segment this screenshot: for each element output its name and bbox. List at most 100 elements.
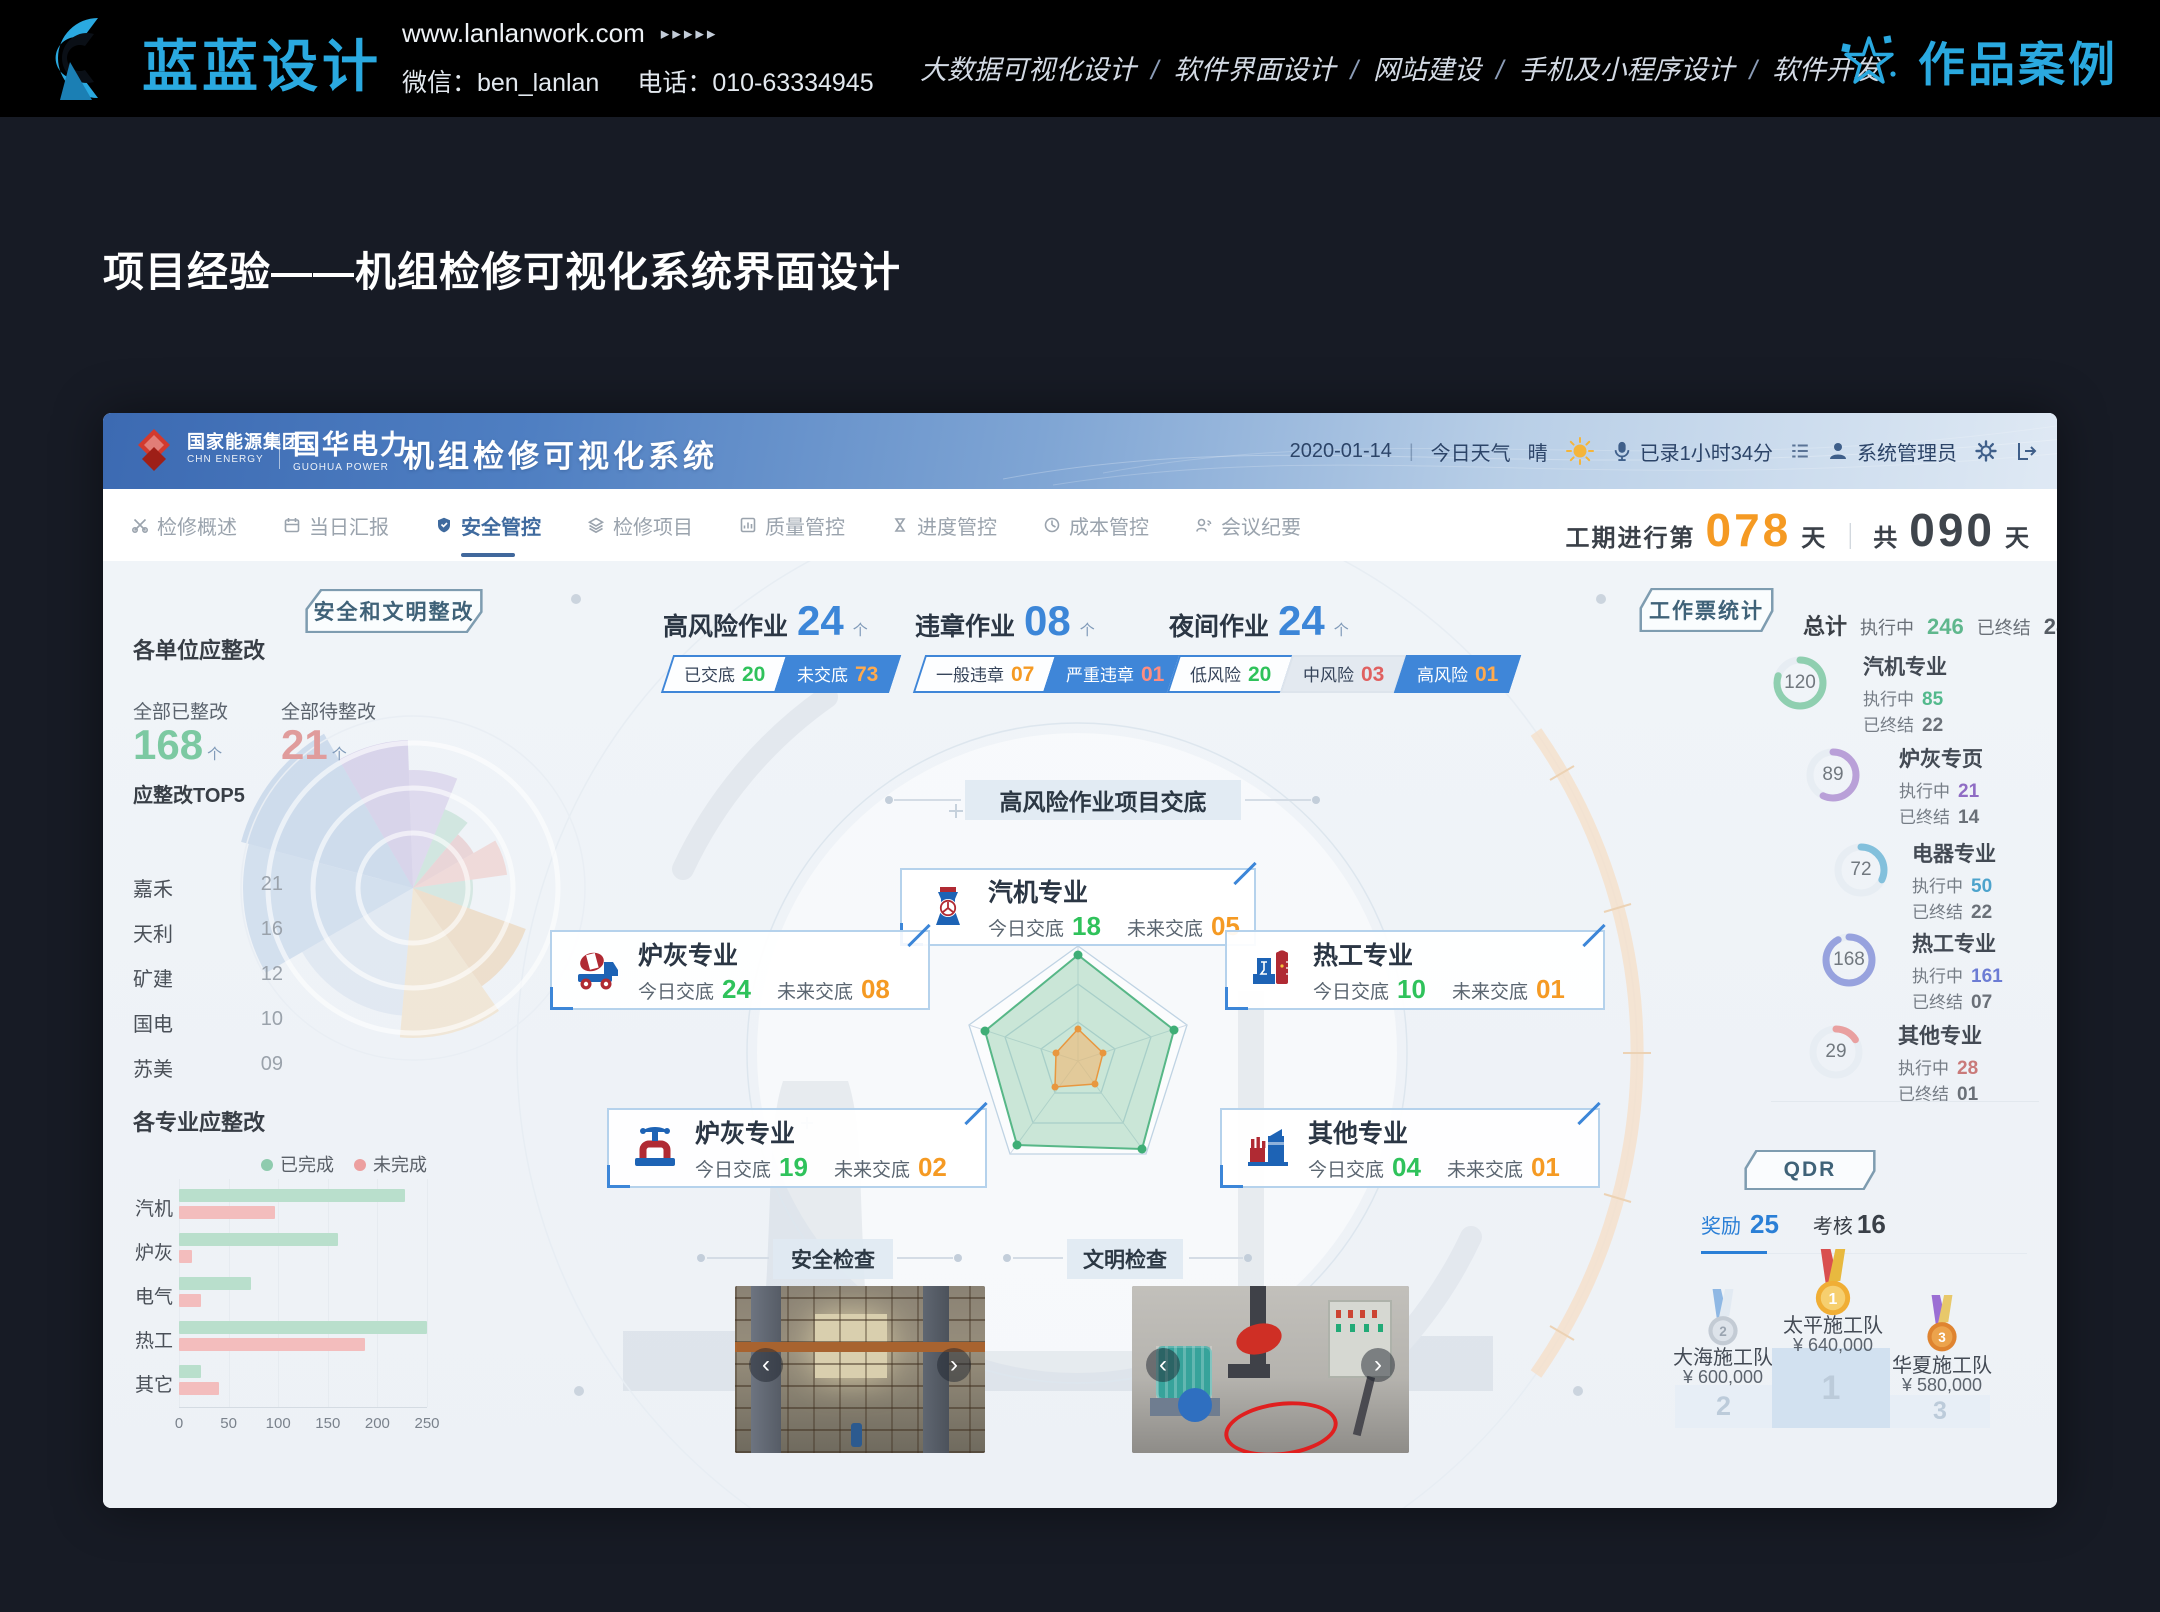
dashboard-header: 国家能源集团 CHN ENERGY 国华电力 GUOHUA POWER 机组检修… (103, 413, 2057, 489)
tab-成本管控[interactable]: 成本管控 (1043, 511, 1149, 540)
card-炉灰专业: 炉灰专业今日交底24未来交底08 (550, 930, 930, 1010)
hourglass-icon (891, 516, 909, 534)
tab-label: 成本管控 (1069, 511, 1149, 540)
carousel-prev-button[interactable]: ‹ (1146, 1348, 1180, 1382)
sparkle-star-icon (1838, 30, 1900, 92)
bar-axis-tick: 100 (258, 1415, 298, 1432)
layers-icon (587, 516, 605, 534)
svg-text:1: 1 (1829, 1291, 1838, 1308)
org-chn-energy: 国家能源集团 CHN ENERGY (187, 428, 301, 465)
assess-value: 16 (1857, 1209, 1886, 1240)
legend-undone: 未完成 (354, 1151, 427, 1177)
bar-category-label: 热工 (127, 1326, 173, 1353)
tab-检修项目[interactable]: 检修项目 (587, 511, 693, 540)
today-value: 24 (722, 974, 751, 1005)
wrench-icon (131, 516, 149, 534)
right-divider (1771, 1101, 2039, 1102)
donut-running: 28 (1957, 1058, 1978, 1079)
list-icon[interactable] (1790, 441, 1810, 461)
qdr-tabs: 奖励 25 考核 16 (1701, 1209, 1886, 1240)
top5-name: 苏美 (133, 1053, 173, 1082)
portfolio-block[interactable]: 作品案例 (1838, 26, 2118, 95)
today-value: 04 (1392, 1152, 1421, 1183)
bar-done (179, 1365, 201, 1378)
carousel-next-button[interactable]: › (937, 1348, 971, 1382)
tab-进度管控[interactable]: 进度管控 (891, 511, 997, 540)
sun-icon (1565, 436, 1595, 466)
badge-value: 20 (742, 663, 765, 687)
bar-category-label: 汽机 (127, 1194, 173, 1221)
card-name: 其他专业 (1308, 1114, 1560, 1150)
lanlan-logo-icon (34, 12, 126, 104)
tab-assess[interactable]: 考核 (1813, 1210, 1853, 1239)
top5-name: 国电 (133, 1008, 173, 1037)
safety-check-title: 安全检查 (773, 1239, 893, 1279)
tab-会议纪要[interactable]: 会议纪要 (1195, 511, 1301, 540)
tab-label: 安全管控 (461, 511, 541, 540)
turbine-icon (926, 881, 970, 933)
podium-step-3: 3 (1890, 1395, 1990, 1428)
todo-value: 21 个 (281, 721, 347, 769)
top5-value: 16 (261, 918, 283, 947)
tab-label: 当日汇报 (309, 511, 389, 540)
chart-icon (739, 516, 757, 534)
badge-label: 一般违章 (936, 661, 1004, 686)
logout-icon[interactable] (2015, 439, 2039, 463)
portfolio-label[interactable]: 作品案例 (1918, 26, 2118, 95)
header-divider (279, 433, 280, 469)
dashboard-nav: 检修概述 当日汇报 安全管控 检修项目 质量管控 进度管控 成本管控 会议纪要 工期进行第 0… (103, 489, 2057, 562)
stat-block-违章作业: 违章作业08个一般违章07严重违章01 (915, 597, 1182, 693)
tab-质量管控[interactable]: 质量管控 (739, 511, 845, 540)
tab-当日汇报[interactable]: 当日汇报 (283, 511, 389, 540)
donut-finished: 22 (1971, 902, 1992, 923)
today-value: 18 (1072, 911, 1101, 942)
donut-name: 其他专业 (1898, 1020, 1982, 1050)
badge-label: 高风险 (1417, 661, 1468, 686)
tab-检修概述[interactable]: 检修概述 (131, 511, 237, 540)
badge-label: 未交底 (797, 661, 848, 686)
contact-block: www.lanlanwork.com ▸▸▸▸▸ 微信：ben_lanlan 电… (402, 18, 874, 99)
top5-value: 21 (261, 873, 283, 902)
carousel-prev-button[interactable]: ‹ (749, 1348, 783, 1382)
badge-value: 73 (855, 663, 878, 687)
carousel-next-button[interactable]: › (1361, 1348, 1395, 1382)
top5-row: 苏美09 (133, 1053, 283, 1082)
donut-name: 电器专业 (1912, 838, 1996, 868)
donut-text-电器专业: 电器专业执行中50已终结22 (1912, 838, 1996, 924)
stats-row: 高风险作业24个已交底20未交底73违章作业08个一般违章07严重违章01夜间作… (663, 597, 1563, 717)
gear-icon[interactable] (1974, 439, 1998, 463)
donut-finished: 22 (1922, 715, 1943, 736)
website-link[interactable]: www.lanlanwork.com (402, 18, 645, 49)
service-separator: / (1151, 55, 1159, 86)
project-progress: 工期进行第 078 天 ｜ 共 090 天 (1565, 489, 2031, 561)
nav-tabs: 检修概述 当日汇报 安全管控 检修项目 质量管控 进度管控 成本管控 会议纪要 (131, 489, 1301, 561)
top5-row: 嘉禾21 (133, 873, 283, 902)
badge-label: 严重违章 (1066, 661, 1134, 686)
service-item: 软件界面设计 (1174, 48, 1336, 87)
record-item[interactable]: 已录1小时34分 (1612, 437, 1773, 466)
tab-安全管控[interactable]: 安全管控 (435, 511, 541, 540)
top5-row: 国电10 (133, 1008, 283, 1037)
stat-value: 24 (797, 597, 844, 645)
donut-running: 161 (1971, 966, 2003, 987)
radar-section-title: 高风险作业项目交底 (965, 780, 1241, 820)
donut-finished: 14 (1958, 807, 1979, 828)
stat-badge-高风险: 高风险01 (1394, 655, 1522, 693)
dashboard-content: 安全和文明整改 各单位应整改 全部已整改 全部待整改 168 个 21 个 应整… (103, 561, 2057, 1508)
card-汽机专业: 汽机专业今日交底18未来交底05 (900, 868, 1256, 946)
wechat-label: 微信：ben_lanlan (402, 63, 599, 99)
stat-badge-一般违章: 一般违章07 (913, 655, 1058, 693)
gauge-icon (1043, 516, 1061, 534)
stat-label: 违章作业 (915, 607, 1015, 643)
today-value: 19 (779, 1152, 808, 1183)
tab-reward[interactable]: 奖励 (1701, 1210, 1741, 1239)
factory-icon (1246, 1122, 1290, 1174)
service-item: 网站建设 (1373, 48, 1481, 87)
donut-finished: 07 (1971, 992, 1992, 1013)
future-label: 未来交底 (777, 977, 853, 1004)
shield-icon (435, 516, 453, 534)
card-name: 汽机专业 (988, 873, 1240, 909)
donut-text-其他专业: 其他专业执行中28已终结01 (1898, 1020, 1982, 1106)
user-item[interactable]: 系统管理员 (1827, 437, 1957, 466)
card-name: 炉灰专业 (638, 936, 890, 972)
